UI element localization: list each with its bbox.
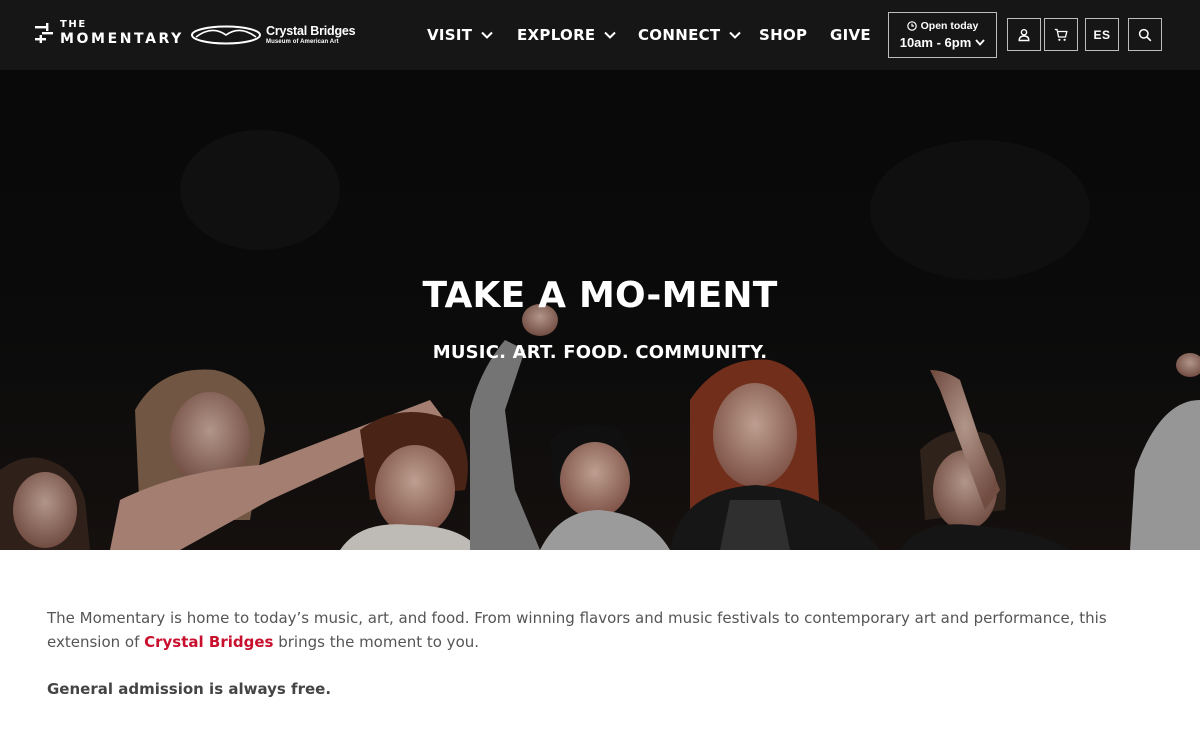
momentary-logo-line1: THE — [60, 19, 87, 30]
nav-visit-label: VISIT — [427, 26, 473, 44]
search-icon — [1138, 28, 1152, 41]
crystal-bridges-logo[interactable]: Crystal Bridges Museum of American Art — [190, 24, 356, 46]
language-toggle-button[interactable]: ES — [1085, 18, 1119, 51]
nav-connect-label: CONNECT — [638, 26, 721, 44]
nav-connect[interactable]: CONNECT — [638, 24, 742, 46]
intro-paragraph: The Momentary is home to today’s music, … — [47, 606, 1157, 654]
hero-title: TAKE A MO-MENT — [422, 275, 778, 316]
search-button[interactable] — [1128, 18, 1162, 51]
crystal-bridges-subtitle: Museum of American Art — [266, 38, 339, 45]
chevron-down-icon — [975, 39, 985, 46]
intro-text-after: brings the moment to you. — [273, 633, 480, 651]
admission-note: General admission is always free. — [47, 680, 332, 698]
hours-status: Open today — [920, 20, 979, 32]
nav-shop-label: SHOP — [759, 26, 808, 44]
language-label: ES — [1093, 27, 1111, 42]
user-icon — [1018, 28, 1030, 41]
chevron-down-icon — [729, 31, 742, 39]
nav-explore-label: EXPLORE — [517, 26, 596, 44]
cart-button[interactable] — [1044, 18, 1078, 51]
account-button[interactable] — [1007, 18, 1041, 51]
site-header: THE MOMENTARY Crystal Bridges Museum of … — [0, 0, 1200, 70]
crystal-bridges-link[interactable]: Crystal Bridges — [144, 633, 273, 651]
nav-give-label: GIVE — [830, 26, 871, 44]
nav-give[interactable]: GIVE — [830, 24, 871, 46]
nav-visit[interactable]: VISIT — [427, 24, 494, 46]
nav-shop[interactable]: SHOP — [759, 24, 807, 46]
hero-banner: TAKE A MO-MENT MUSIC. ART. FOOD. COMMUNI… — [0, 70, 1200, 550]
nav-explore[interactable]: EXPLORE — [517, 24, 617, 46]
momentary-logo-mark-icon — [35, 23, 53, 43]
momentary-logo[interactable]: THE MOMENTARY — [35, 20, 184, 46]
hours-button[interactable]: Open today 10am - 6pm — [888, 12, 997, 58]
clock-icon — [906, 21, 917, 31]
hero-subtitle: MUSIC. ART. FOOD. COMMUNITY. — [432, 342, 768, 363]
crystal-bridges-mark-icon — [191, 25, 261, 45]
momentary-logo-line2: MOMENTARY — [60, 31, 184, 47]
chevron-down-icon — [481, 31, 494, 39]
crystal-bridges-name: Crystal Bridges — [266, 24, 356, 39]
chevron-down-icon — [604, 31, 617, 39]
cart-icon — [1054, 28, 1068, 41]
hours-time: 10am - 6pm — [899, 35, 972, 50]
